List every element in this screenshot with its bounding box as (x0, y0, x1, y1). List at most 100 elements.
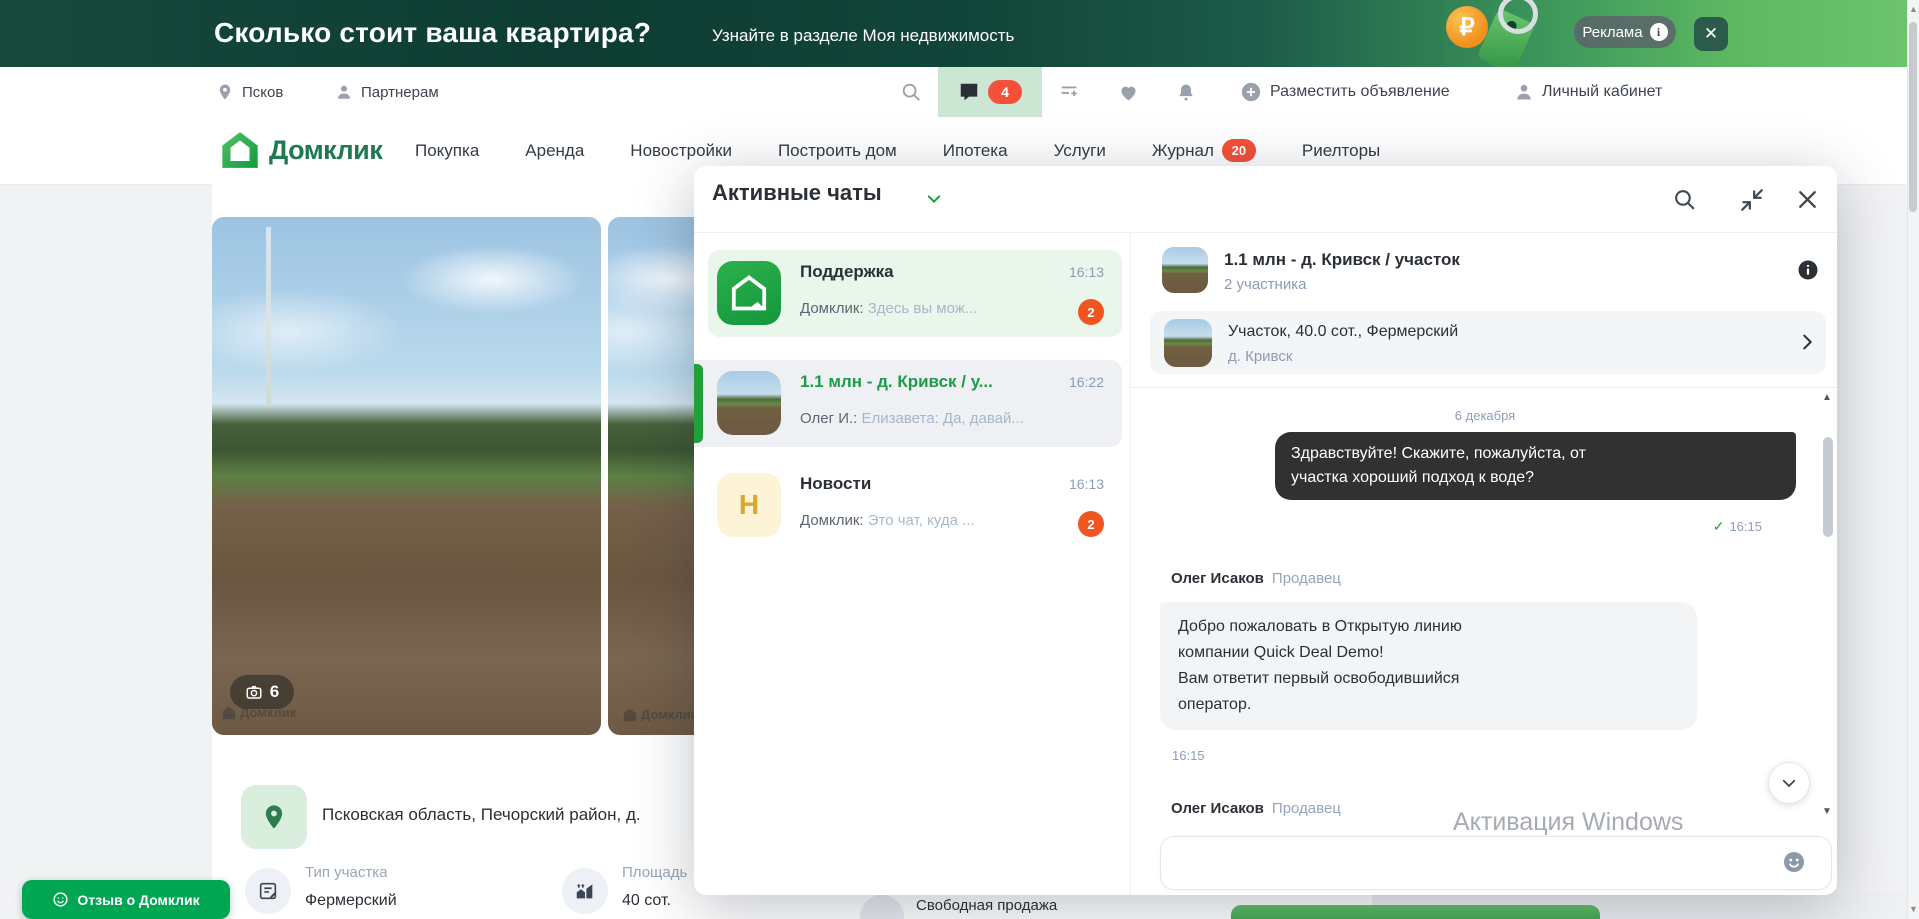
sender-name: Олег Исаков (1171, 570, 1264, 587)
info-icon: i (1650, 23, 1668, 41)
messages-scroll-up-arrow[interactable]: ▲ (1822, 392, 1832, 403)
header-search-button[interactable] (900, 67, 922, 117)
chat-avatar-photo (717, 371, 781, 435)
conversation-title: 1.1 млн - д. Кривск / участок (1224, 250, 1460, 270)
heart-icon (1118, 82, 1139, 103)
area-label: Площадь (622, 864, 693, 881)
chat-close-icon[interactable] (1795, 187, 1820, 212)
camera-icon (245, 683, 263, 701)
messages-scroll-down-arrow[interactable]: ▼ (1822, 806, 1832, 817)
chat-preview-text: Здесь вы мож... (864, 300, 978, 317)
incoming-message-line4: оператор. (1178, 692, 1679, 718)
favorites-button[interactable] (1118, 67, 1139, 117)
brand-wordmark: Домклик (269, 135, 382, 166)
chat-preview-sender: Домклик: (800, 300, 864, 317)
panel-header-divider (694, 232, 1837, 233)
outgoing-message-line1: Здравствуйте! Скажите, пожалуйста, от (1291, 442, 1780, 466)
outgoing-message-bubble: Здравствуйте! Скажите, пожалуйста, от уч… (1275, 432, 1796, 500)
outgoing-message-time: 16:15 (1729, 519, 1762, 534)
ad-label-pill[interactable]: Реклама i (1574, 16, 1676, 48)
partners-label: Партнерам (361, 84, 439, 101)
chat-preview-sender: Домклик: (800, 512, 864, 529)
news-icon-letter: Н (739, 489, 759, 521)
post-ad-button[interactable]: Разместить объявление (1240, 67, 1450, 117)
location-pin-icon (216, 83, 234, 101)
chat-name: 1.1 млн - д. Кривск / у... (800, 372, 993, 392)
chat-time: 16:13 (1024, 476, 1104, 492)
chat-preview-text: Елизавета: Да, давай... (857, 410, 1024, 427)
chat-search-icon[interactable] (1672, 187, 1697, 212)
chat-columns-divider (1130, 233, 1131, 895)
nav-item-arenda[interactable]: Аренда (525, 141, 584, 161)
nav-item-uslugi[interactable]: Услуги (1054, 141, 1106, 161)
nav-item-zhurnal-label: Журнал (1152, 141, 1214, 161)
listing-card-photo (1164, 319, 1212, 367)
chat-name[interactable]: Новости (800, 474, 871, 494)
region-selector[interactable]: Псков (216, 67, 283, 117)
notifications-button[interactable] (1176, 67, 1196, 117)
message-sender: Олег Исаков Продавец (1171, 570, 1341, 587)
sender-role: Продавец (1272, 570, 1341, 587)
chevron-right-icon (1796, 331, 1818, 353)
emoji-picker-icon[interactable] (1782, 850, 1806, 874)
listing-card-title: Участок, 40.0 сот., Фермерский (1228, 323, 1458, 341)
listing-cta-button-edge[interactable] (1231, 905, 1600, 919)
chat-panel-title: Активные чаты (712, 180, 882, 206)
messages-scrollbar-thumb[interactable] (1823, 437, 1833, 537)
area-value: 40 сот. (622, 892, 671, 910)
chat-name: Поддержка (800, 262, 894, 282)
search-icon (900, 81, 922, 103)
nav-item-ipoteka[interactable]: Ипотека (943, 141, 1008, 161)
conversation-info-icon[interactable] (1796, 258, 1820, 282)
close-icon: ✕ (1704, 24, 1718, 44)
nav-item-pokupka[interactable]: Покупка (415, 141, 479, 161)
listing-photo-second[interactable] (608, 217, 694, 735)
message-sender-2: Олег ИсаковПродавец (1171, 800, 1341, 817)
listing-photo-main[interactable] (212, 217, 601, 735)
nav-item-rieltory[interactable]: Риелторы (1302, 141, 1380, 161)
incoming-message-line3: Вам ответит первый освободившийся (1178, 666, 1679, 692)
domclick-house-icon (220, 130, 260, 170)
page-scrollbar-thumb[interactable] (1909, 22, 1917, 212)
conversation-divider (1131, 387, 1837, 388)
delivered-check-icon: ✓ (1713, 518, 1725, 534)
banner-close-button[interactable]: ✕ (1694, 17, 1728, 51)
support-chat-icon (717, 261, 781, 325)
message-input[interactable] (1160, 836, 1832, 890)
incoming-message-time: 16:15 (1172, 748, 1205, 763)
message-date-divider: 6 декабря (1385, 408, 1585, 423)
chat-preview-text: Это чат, куда ... (864, 512, 975, 529)
scroll-to-bottom-button[interactable] (1768, 762, 1810, 804)
news-chat-icon[interactable]: Н (717, 473, 781, 537)
nav-item-novostroyki[interactable]: Новостройки (630, 141, 732, 161)
chat-preview: Домклик: Это чат, куда ... (800, 512, 1060, 529)
chat-collapse-icon[interactable] (1739, 187, 1765, 213)
chat-preview: Домклик: Здесь вы мож... (800, 300, 1060, 317)
nav-item-postroit-dom[interactable]: Построить дом (778, 141, 897, 161)
partner-person-icon (335, 83, 353, 101)
photo-watermark: Домклик (222, 705, 296, 720)
chats-filter-chevron-icon[interactable] (925, 190, 943, 208)
listing-address: Псковская область, Печорский район, д. (322, 805, 692, 825)
brand-logo[interactable]: Домклик (220, 130, 382, 170)
feedback-button[interactable]: Отзыв о Домклик (22, 880, 230, 919)
header-chats-button[interactable]: 4 (938, 67, 1042, 117)
photos-count-badge: 6 (230, 675, 294, 709)
promo-banner[interactable]: Сколько стоит ваша квартира? Узнайте в р… (0, 0, 1919, 67)
windows-watermark-title: Активация Windows (1453, 808, 1683, 837)
saved-searches-button[interactable] (1058, 67, 1080, 117)
account-button[interactable]: Личный кабинет (1514, 67, 1662, 117)
nav-item-zhurnal[interactable]: Журнал 20 (1152, 139, 1256, 162)
feedback-smiley-icon (52, 891, 69, 908)
sender-role: Продавец (1272, 800, 1341, 817)
partners-link[interactable]: Партнерам (335, 67, 439, 117)
outgoing-message-status: ✓ 16:15 (1630, 518, 1762, 535)
outgoing-message-line2: участка хороший подход к воде? (1291, 466, 1780, 490)
incoming-message-line1: Добро пожаловать в Открытую линию (1178, 614, 1679, 640)
photos-count: 6 (270, 682, 279, 702)
chats-unread-badge: 4 (988, 80, 1022, 104)
chat-bubble-icon (958, 81, 980, 103)
page-scroll-down-arrow[interactable]: ▼ (1909, 904, 1918, 914)
keys-ruble-illustration: ₽ (1440, 0, 1550, 67)
page-scroll-up-arrow[interactable]: ▲ (1909, 4, 1918, 14)
